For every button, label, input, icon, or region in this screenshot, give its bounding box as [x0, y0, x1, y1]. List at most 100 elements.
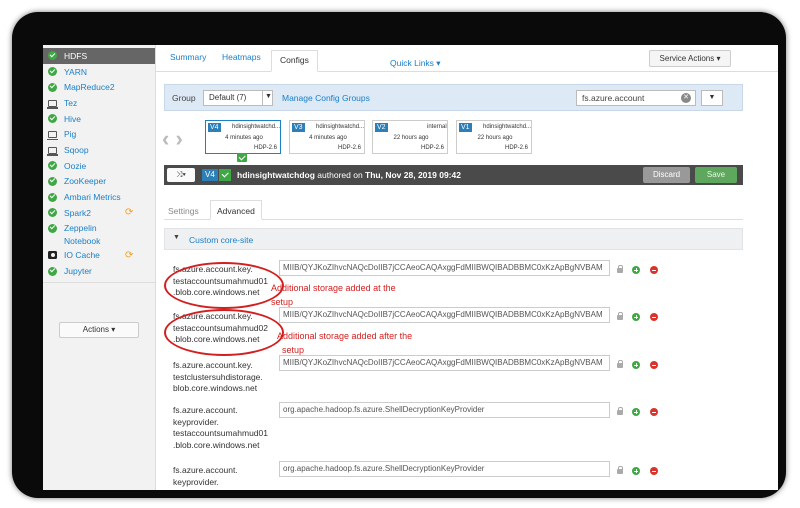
check-circle-icon [48, 176, 57, 186]
config-subtabs: Settings Advanced [164, 198, 743, 220]
lock-icon[interactable] [617, 360, 623, 368]
sidebar-item-label: IO Cache [64, 250, 100, 261]
lock-icon[interactable] [617, 265, 623, 273]
add-property-icon[interactable] [632, 408, 640, 416]
version-nav-arrows[interactable]: ‹ › [162, 128, 196, 150]
sidebar-item-hdfs[interactable]: HDFS [43, 48, 155, 64]
authored-on-text: authored on [317, 170, 363, 180]
check-circle-icon [48, 208, 57, 218]
property-value-input[interactable]: org.apache.hadoop.fs.azure.ShellDecrypti… [279, 402, 610, 418]
caret-down-icon: ▼ [173, 234, 180, 241]
tab-settings[interactable]: Settings [168, 206, 199, 216]
current-version-info: hdinsightwatchdog authored on Thu, Nov 2… [237, 170, 461, 180]
check-icon [219, 169, 231, 181]
refresh-icon[interactable]: ⟳ [125, 250, 133, 261]
property-value-input[interactable]: MIIB/QYJKoZIhvcNAQcDoIIB7jCCAeoCAQAxggFd… [279, 307, 610, 323]
manage-config-groups-link[interactable]: Manage Config Groups [282, 93, 370, 103]
add-property-icon[interactable] [632, 313, 640, 321]
laptop-icon [47, 99, 58, 109]
config-filter-input[interactable]: fs.azure.account ✕ [576, 90, 696, 106]
property-name: fs.azure.account.key. testclustersuhdist… [173, 360, 283, 395]
chevron-down-icon: ▼ [262, 90, 274, 106]
remove-property-icon[interactable] [650, 313, 658, 321]
save-button[interactable]: Save [695, 167, 737, 183]
version-stack: HDP-2.6 [337, 145, 361, 151]
remove-property-icon[interactable] [650, 467, 658, 475]
clear-icon[interactable]: ✕ [681, 93, 691, 103]
sidebar-item-zeppelin[interactable]: Zeppelin Notebook [43, 221, 155, 246]
group-label: Group [172, 93, 196, 103]
sidebar-item-jupyter[interactable]: Jupyter [43, 263, 155, 279]
sidebar-item-io-cache[interactable]: IO Cache ⟳ [43, 248, 155, 264]
discard-button[interactable]: Discard [643, 167, 690, 183]
check-circle-icon [48, 223, 57, 233]
config-group-bar: Group Default (7) ▼ Manage Config Groups … [164, 84, 743, 111]
sidebar-item-ambari-metrics[interactable]: Ambari Metrics [43, 189, 155, 205]
annotation-line: Additional storage added at the [271, 283, 396, 293]
current-version-date: Thu, Nov 28, 2019 09:42 [365, 170, 461, 180]
current-version-badge: V4 [202, 169, 218, 181]
sidebar-item-zookeeper[interactable]: ZooKeeper [43, 174, 155, 190]
sidebar-item-spark2[interactable]: Spark2 ⟳ [43, 205, 155, 221]
property-value-input[interactable]: org.apache.hadoop.fs.azure.ShellDecrypti… [279, 461, 610, 477]
current-version-bar: ⤨▾ V4 hdinsightwatchdog authored on Thu,… [164, 165, 743, 185]
check-circle-icon [48, 161, 57, 171]
config-filter-value: fs.azure.account [582, 93, 645, 103]
property-value-input[interactable]: MIIB/QYJKoZIhvcNAQcDoIIB7jCCAeoCAQAxggFd… [279, 260, 610, 276]
actions-button[interactable]: Actions ▾ [59, 322, 139, 338]
add-property-icon[interactable] [632, 266, 640, 274]
shuffle-icon[interactable]: ⤨▾ [167, 168, 195, 182]
group-select[interactable]: Default (7) ▼ [203, 90, 273, 106]
lock-icon[interactable] [617, 466, 623, 474]
version-card-v2[interactable]: V2 internal 22 hours ago HDP-2.6 [372, 120, 448, 154]
version-card-v1[interactable]: V1 hdinsightwatchd... 22 hours ago HDP-2… [456, 120, 532, 154]
sidebar-item-hive[interactable]: Hive [43, 111, 155, 127]
sidebar-item-tez[interactable]: Tez [43, 95, 155, 111]
lock-icon[interactable] [617, 407, 623, 415]
add-property-icon[interactable] [632, 361, 640, 369]
main-content: Summary Heatmaps Configs Quick Links ▾ S… [156, 45, 778, 490]
check-circle-icon [48, 51, 57, 61]
version-time: 4 minutes ago [309, 135, 347, 141]
tab-heatmaps[interactable]: Heatmaps [222, 52, 261, 62]
remove-property-icon[interactable] [650, 408, 658, 416]
remove-property-icon[interactable] [650, 361, 658, 369]
property-name-line: fs.azure.account.key. [173, 360, 253, 370]
property-name-line: testaccountsumahmud01 [173, 428, 268, 438]
quick-links-dropdown[interactable]: Quick Links ▾ [390, 58, 441, 69]
tab-summary[interactable]: Summary [170, 52, 206, 62]
version-card-v3[interactable]: V3 hdinsightwatchd... 4 minutes ago HDP-… [289, 120, 365, 154]
property-name-line: fs.azure.account. [173, 465, 238, 475]
property-value-input[interactable]: MIIB/QYJKoZIhvcNAQcDoIIB7jCCAeoCAQAxggFd… [279, 355, 610, 371]
tab-advanced[interactable]: Advanced [210, 200, 262, 220]
check-circle-icon [48, 67, 57, 77]
property-name-line: keyprovider. [173, 476, 219, 487]
sidebar-item-label: Oozie [64, 160, 87, 171]
version-author: hdinsightwatchd... [316, 124, 365, 130]
property-name-line: fs.azure.account. [173, 405, 238, 415]
sidebar-item-label: YARN [64, 66, 87, 77]
custom-core-site-section[interactable]: ▼ Custom core-site [164, 228, 743, 250]
check-circle-icon [48, 266, 57, 276]
sidebar-item-label: Sqoop [64, 144, 89, 155]
annotation-line: setup [271, 297, 294, 307]
sidebar-divider [43, 281, 155, 283]
filter-options-button[interactable]: ▼ [701, 90, 723, 106]
laptop-icon [47, 146, 58, 156]
sidebar-item-yarn[interactable]: YARN [43, 64, 155, 80]
sidebar-item-oozie[interactable]: Oozie [43, 158, 155, 174]
sidebar-item-pig[interactable]: Pig [43, 126, 155, 142]
sidebar-item-sqoop[interactable]: Sqoop [43, 142, 155, 158]
service-tabs: Summary Heatmaps Configs Quick Links ▾ S… [156, 45, 778, 72]
sidebar-item-label-line2: Notebook [64, 235, 101, 246]
sidebar-item-mapreduce2[interactable]: MapReduce2 [43, 79, 155, 95]
check-circle-icon [48, 114, 57, 124]
version-time: 4 minutes ago [225, 135, 263, 141]
refresh-icon[interactable]: ⟳ [125, 207, 133, 218]
remove-property-icon[interactable] [650, 266, 658, 274]
tab-configs[interactable]: Configs [271, 50, 318, 72]
version-card-v4[interactable]: V4 hdinsightwatchd... 4 minutes ago HDP-… [205, 120, 281, 162]
add-property-icon[interactable] [632, 467, 640, 475]
lock-icon[interactable] [617, 312, 623, 320]
service-actions-button[interactable]: Service Actions ▾ [649, 50, 731, 67]
